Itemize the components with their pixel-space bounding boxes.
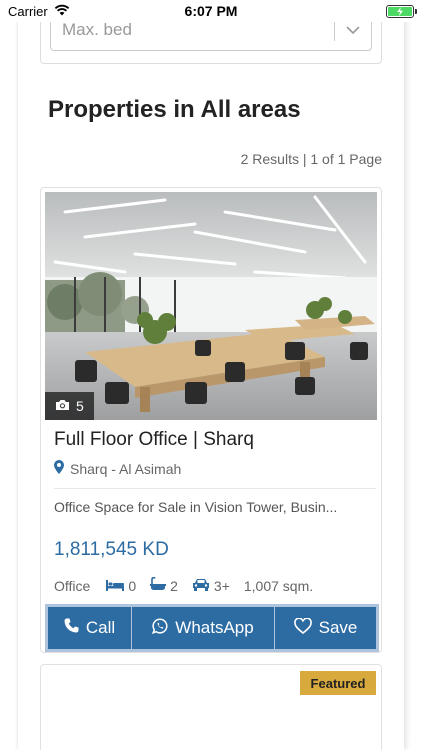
area-feature: 1,007 sqm.: [244, 578, 313, 594]
status-bar: Carrier 6:07 PM: [0, 0, 422, 22]
car-icon: [192, 578, 210, 594]
divider: [54, 488, 376, 489]
property-type-label: Office: [54, 577, 91, 594]
status-right: [386, 4, 417, 18]
bed-icon: [106, 578, 125, 594]
parking-value: 3+: [213, 577, 230, 594]
baths-feature: 2: [150, 576, 178, 594]
call-label: Call: [85, 618, 116, 637]
action-bar: Call WhatsApp Save: [45, 604, 379, 652]
property-description: Office Space for Sale in Vision Tower, B…: [54, 499, 338, 515]
office-photo-illustration: [45, 192, 377, 420]
max-bed-select-value: Max. bed: [62, 20, 132, 39]
map-pin-icon: [54, 460, 64, 477]
carrier-label: Carrier: [8, 3, 48, 19]
property-location: Sharq - Al Asimah: [54, 460, 181, 477]
property-photo[interactable]: 5: [45, 192, 377, 420]
property-card[interactable]: Featured: [40, 664, 382, 750]
phone-icon: [64, 618, 79, 638]
bath-icon: [150, 576, 167, 594]
property-price: 1,811,545 KD: [54, 539, 169, 560]
page-title: Properties in All areas: [48, 96, 301, 123]
bolt-icon: [397, 6, 403, 16]
property-card[interactable]: 5 Full Floor Office | Sharq Sharq - Al A…: [40, 187, 382, 653]
battery-icon: [386, 4, 417, 18]
whatsapp-label: WhatsApp: [175, 618, 254, 637]
parking-feature: 3+: [192, 578, 230, 594]
save-label: Save: [318, 618, 358, 637]
chevron-down-icon[interactable]: [335, 26, 371, 35]
call-button[interactable]: Call: [48, 607, 132, 649]
heart-icon: [293, 616, 312, 639]
status-left: Carrier: [8, 4, 70, 19]
beds-feature: 0: [106, 578, 136, 594]
location-label: Sharq - Al Asimah: [70, 460, 182, 477]
save-button[interactable]: Save: [275, 607, 376, 649]
results-info: 2 Results | 1 of 1 Page: [240, 151, 382, 167]
whatsapp-button[interactable]: WhatsApp: [132, 607, 275, 649]
property-features: Office 0 2 3+ 1,007 sqm.: [54, 576, 327, 594]
photo-count-value: 5: [76, 398, 84, 414]
area-value: 1,007 sqm.: [243, 577, 314, 594]
battery-fill: [388, 6, 412, 16]
featured-badge: Featured: [300, 671, 376, 695]
wifi-icon: [54, 4, 70, 19]
page-container: Max. bed Properties in All areas 2 Resul…: [18, 0, 404, 750]
property-type: Office: [54, 578, 90, 594]
baths-value: 2: [170, 577, 178, 594]
photo-count-badge: 5: [45, 392, 94, 420]
camera-icon: [55, 398, 70, 414]
property-title[interactable]: Full Floor Office | Sharq: [54, 429, 254, 451]
whatsapp-icon: [152, 617, 168, 639]
beds-value: 0: [128, 577, 137, 594]
